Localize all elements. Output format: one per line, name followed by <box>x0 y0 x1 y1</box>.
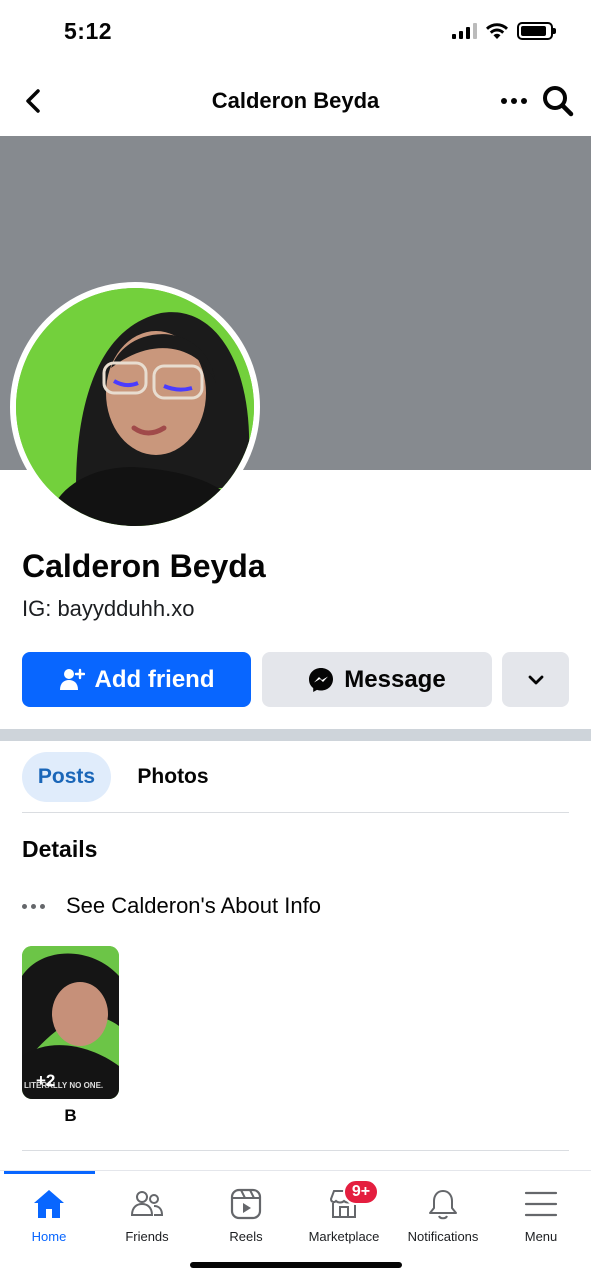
nav-label-notifications: Notifications <box>407 1229 479 1244</box>
chevron-down-icon <box>528 675 543 684</box>
home-indicator[interactable] <box>190 1262 402 1268</box>
profile-avatar[interactable] <box>10 282 260 532</box>
about-info-link[interactable]: See Calderon's About Info <box>22 884 422 928</box>
message-label: Message <box>344 665 446 693</box>
add-friend-button[interactable]: Add friend <box>22 652 251 707</box>
more-dots-icon <box>22 903 52 909</box>
active-tab-indicator <box>4 1171 95 1174</box>
nav-notifications[interactable]: Notifications <box>394 1185 492 1257</box>
nav-menu[interactable]: Menu <box>492 1185 590 1257</box>
messenger-icon <box>309 667 334 692</box>
tab-photos[interactable]: Photos <box>120 752 226 802</box>
profile-name: Calderon Beyda <box>22 548 266 584</box>
message-button[interactable]: Message <box>262 652 492 707</box>
content-divider <box>22 1150 569 1151</box>
nav-label-marketplace: Marketplace <box>308 1229 380 1244</box>
nav-friends[interactable]: Friends <box>98 1185 196 1257</box>
profile-header: Calderon Beyda <box>0 66 591 136</box>
nav-reels[interactable]: Reels <box>197 1185 295 1257</box>
status-time: 5:12 <box>64 18 113 44</box>
section-divider <box>0 729 591 741</box>
friends-icon <box>130 1191 164 1216</box>
add-friend-icon <box>59 668 85 690</box>
nav-label-home: Home <box>31 1229 67 1244</box>
featured-count: +2 <box>36 1071 56 1090</box>
nav-home[interactable]: Home <box>0 1185 98 1257</box>
tab-divider <box>22 812 569 813</box>
marketplace-badge: 9+ <box>343 1179 379 1205</box>
nav-label-friends: Friends <box>125 1229 169 1244</box>
wifi-icon <box>486 23 508 39</box>
menu-icon <box>524 1191 558 1217</box>
reels-icon <box>230 1188 262 1220</box>
bell-icon <box>429 1190 457 1220</box>
more-options-icon[interactable] <box>498 88 530 114</box>
search-icon[interactable] <box>541 84 575 118</box>
details-heading: Details <box>22 836 98 862</box>
nav-label-reels: Reels <box>229 1229 263 1244</box>
status-bar: 5:12 <box>0 0 591 66</box>
cellular-signal-icon <box>452 23 477 39</box>
about-info-label: See Calderon's About Info <box>66 893 321 918</box>
battery-icon <box>517 22 556 40</box>
status-icons <box>452 22 556 40</box>
nav-label-menu: Menu <box>524 1229 558 1244</box>
avatar-photo <box>16 288 254 526</box>
more-actions-button[interactable] <box>502 652 569 707</box>
battery-level <box>521 26 547 36</box>
home-icon <box>34 1190 64 1218</box>
tab-posts[interactable]: Posts <box>22 752 111 802</box>
back-icon[interactable] <box>20 86 48 116</box>
profile-bio: IG: bayydduhh.xo <box>22 596 195 621</box>
featured-label: B <box>64 1106 77 1125</box>
featured-collection[interactable]: LITERALLY NO ONE. +2 <box>22 946 119 1099</box>
nav-marketplace[interactable]: 9+ Marketplace <box>295 1179 393 1257</box>
add-friend-label: Add friend <box>94 665 215 693</box>
